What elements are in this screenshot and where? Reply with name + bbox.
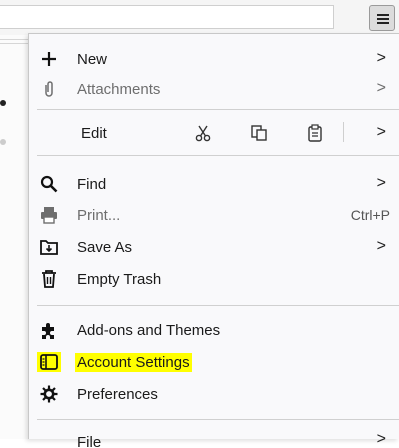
- menu-item-preferences[interactable]: Preferences: [29, 378, 399, 410]
- app-menu-panel: New > Attachments > Edit > Find > Print.…: [28, 33, 399, 448]
- menu-item-label: Account Settings: [75, 352, 192, 372]
- chevron-right-icon: >: [376, 79, 386, 97]
- divider: [0, 43, 28, 44]
- app-menu-button[interactable]: [369, 5, 395, 31]
- puzzle-icon: [39, 320, 59, 340]
- menu-item-label: File: [77, 434, 102, 448]
- plus-icon: [39, 49, 59, 69]
- trash-icon: [39, 269, 59, 289]
- chevron-right-icon: >: [376, 49, 386, 67]
- menu-item-edit[interactable]: Edit >: [29, 116, 399, 150]
- menu-item-label: Preferences: [77, 385, 158, 403]
- menu-item-label: Find: [77, 175, 107, 193]
- menu-separator: [37, 419, 399, 420]
- magnifier-icon: [39, 174, 59, 194]
- chevron-right-icon: >: [376, 123, 386, 141]
- menu-item-attachments[interactable]: Attachments >: [29, 73, 399, 105]
- status-dot: [0, 139, 6, 145]
- copy-icon[interactable]: [249, 123, 269, 143]
- menu-item-label: Save As: [77, 238, 133, 256]
- menu-item-label: New: [77, 50, 108, 68]
- menu-item-empty-trash[interactable]: Empty Trash: [29, 263, 399, 295]
- chevron-right-icon: >: [376, 174, 386, 192]
- shortcut-label: Ctrl+P: [350, 207, 390, 223]
- divider: [343, 122, 344, 142]
- save-as-icon: [39, 237, 59, 257]
- divider: [0, 39, 28, 40]
- chevron-right-icon: >: [376, 237, 386, 255]
- cut-icon[interactable]: [193, 123, 213, 143]
- account-settings-icon: [39, 352, 59, 372]
- paste-icon[interactable]: [305, 123, 325, 143]
- menu-item-label: Empty Trash: [77, 270, 162, 288]
- menu-item-new[interactable]: New >: [29, 43, 399, 75]
- gear-icon: [39, 384, 59, 404]
- menu-item-print[interactable]: Print... Ctrl+P: [29, 199, 399, 231]
- menu-separator: [37, 305, 399, 306]
- menu-item-label: Print...: [77, 206, 121, 224]
- chevron-right-icon: >: [376, 430, 386, 448]
- background-pane: [0, 35, 28, 439]
- menu-item-account-settings[interactable]: Account Settings: [29, 346, 399, 378]
- menu-item-label: Add-ons and Themes: [77, 321, 221, 339]
- menu-item-label: Attachments: [77, 80, 161, 98]
- search-field[interactable]: [0, 5, 334, 29]
- menu-item-file[interactable]: File >: [29, 426, 399, 448]
- menu-separator: [37, 109, 399, 110]
- status-dot: [0, 100, 6, 106]
- menu-item-find[interactable]: Find >: [29, 168, 399, 200]
- menu-item-label: Edit: [81, 124, 107, 142]
- menu-item-save-as[interactable]: Save As >: [29, 231, 399, 263]
- printer-icon: [39, 205, 59, 225]
- menu-item-addons[interactable]: Add-ons and Themes: [29, 314, 399, 346]
- menu-separator: [37, 155, 399, 156]
- paperclip-icon: [39, 79, 59, 99]
